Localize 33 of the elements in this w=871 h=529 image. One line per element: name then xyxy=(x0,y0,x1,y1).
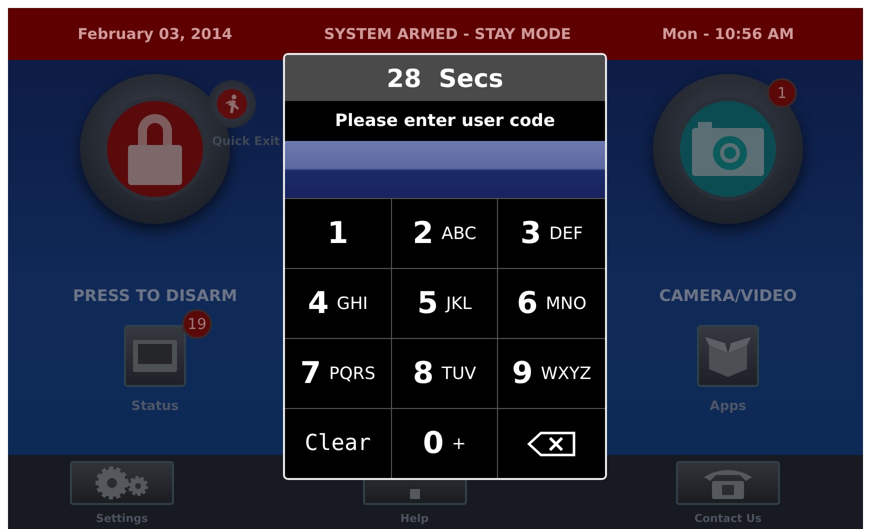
notification-badge: 1 xyxy=(767,78,797,108)
bottom-label: Contact Us xyxy=(694,512,762,525)
arm-status-text: SYSTEM ARMED - STAY MODE xyxy=(324,25,572,43)
bottom-label: Settings xyxy=(96,512,148,525)
clear-key[interactable]: Clear xyxy=(285,408,392,478)
notification-badge: 19 xyxy=(182,309,212,339)
keypad-key[interactable]: 4 GHI xyxy=(285,268,392,338)
padlock-icon xyxy=(126,111,184,187)
keypad-key[interactable]: 2 ABC xyxy=(392,198,498,268)
status-tile[interactable] xyxy=(124,325,186,387)
settings-button[interactable] xyxy=(70,461,174,505)
running-figure-icon xyxy=(223,94,241,114)
tile-label: Status xyxy=(131,399,179,414)
keypad-key[interactable]: 1 xyxy=(285,198,392,268)
camera-icon xyxy=(690,120,766,178)
tile-label: Apps xyxy=(710,399,746,414)
keypad-key[interactable]: 5 JKL xyxy=(392,268,498,338)
contact-button[interactable] xyxy=(676,461,780,505)
camera-button[interactable]: 1 xyxy=(653,74,803,224)
button-label: PRESS TO DISARM xyxy=(72,286,238,305)
backspace-icon xyxy=(526,430,577,456)
countdown-text: 28 Secs xyxy=(285,55,605,101)
keypad-key[interactable]: 0 + xyxy=(392,408,498,478)
keypad-key[interactable]: 7 PQRS xyxy=(285,338,392,408)
button-label: CAMERA/VIDEO xyxy=(659,286,797,305)
date-text: February 03, 2014 xyxy=(78,25,232,43)
keypad-key[interactable]: 8 TUV xyxy=(392,338,498,408)
time-text: Mon - 10:56 AM xyxy=(662,25,794,43)
code-field[interactable] xyxy=(285,141,605,198)
backspace-key[interactable] xyxy=(498,408,605,478)
apps-tile[interactable] xyxy=(697,325,759,387)
bottom-label: Help xyxy=(400,512,429,525)
monitor-icon xyxy=(132,339,178,373)
